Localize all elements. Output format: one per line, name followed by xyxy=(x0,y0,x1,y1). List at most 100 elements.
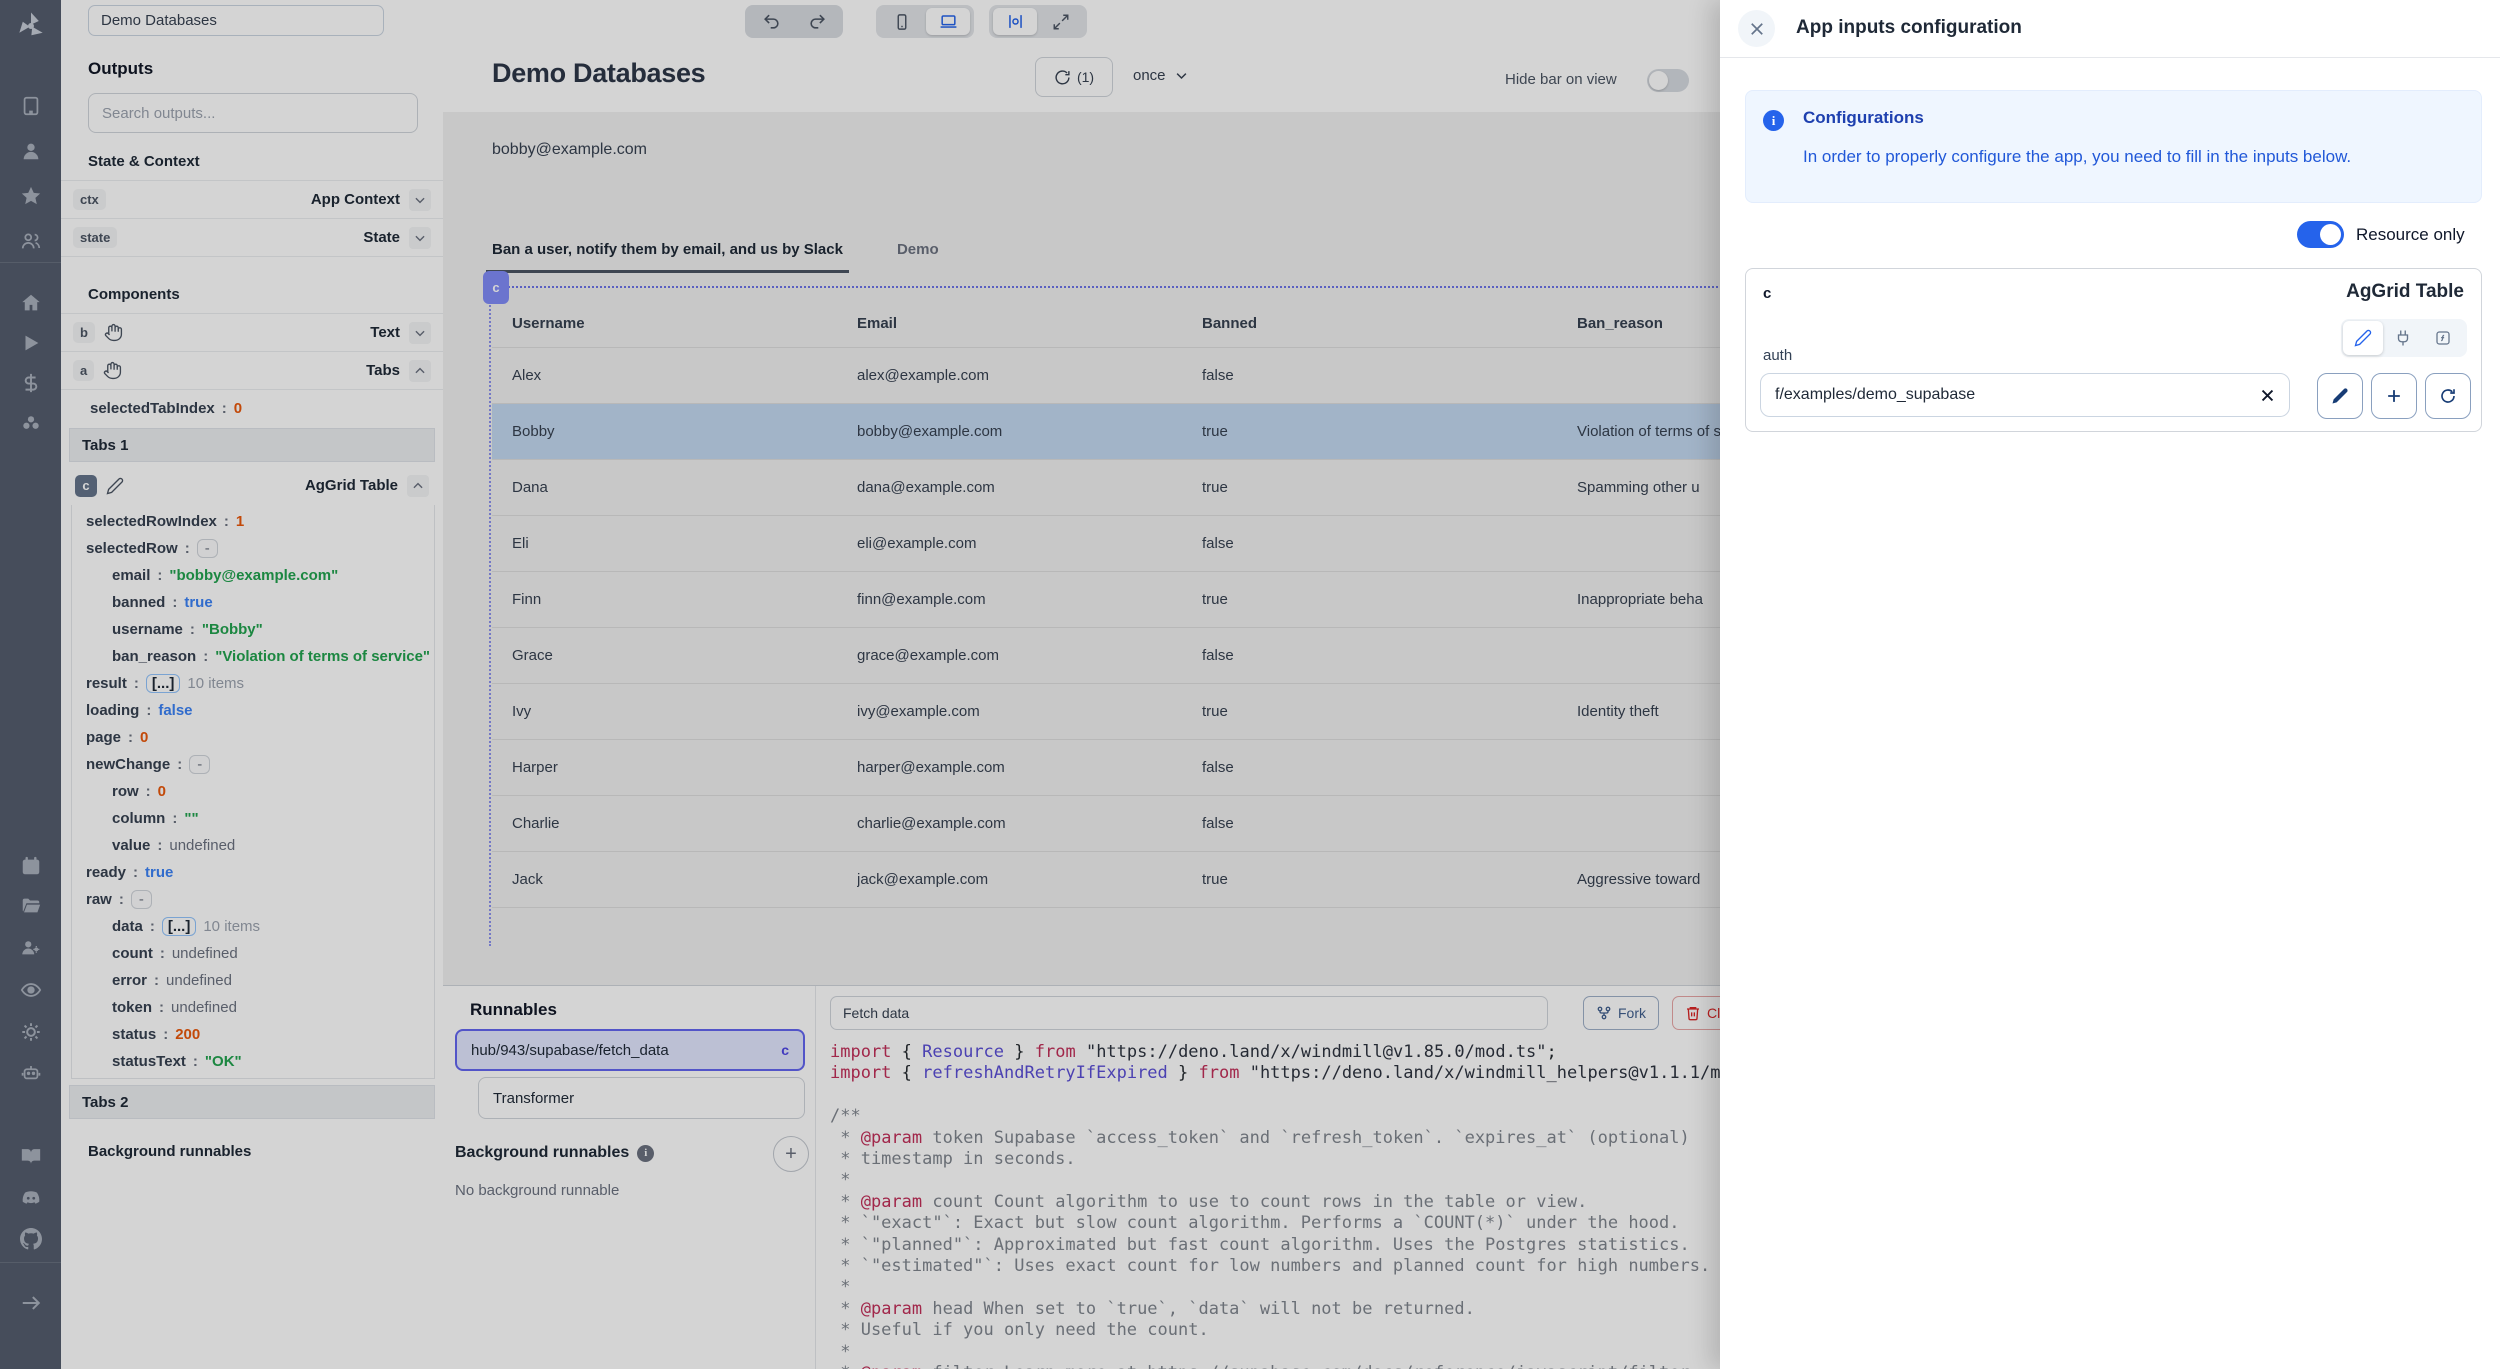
output-property-row[interactable]: error : undefined xyxy=(72,967,434,994)
info-icon[interactable]: i xyxy=(637,1145,654,1162)
prop-value: undefined xyxy=(166,972,232,989)
search-outputs-input[interactable] xyxy=(88,93,418,133)
user-icon[interactable] xyxy=(20,140,42,162)
output-property-row[interactable]: data : [...] 10 items xyxy=(72,913,434,940)
runnable-item[interactable]: hub/943/supabase/fetch_data c xyxy=(455,1029,805,1071)
cell-username: Grace xyxy=(492,647,857,664)
edit-resource-button[interactable] xyxy=(2317,373,2363,419)
smartphone-icon[interactable] xyxy=(880,8,924,35)
output-property-row[interactable]: count : undefined xyxy=(72,940,434,967)
app-title-input[interactable] xyxy=(88,5,384,36)
workers-icon[interactable] xyxy=(20,937,42,959)
star-icon[interactable] xyxy=(20,185,42,207)
prop-value: [...] xyxy=(162,917,197,936)
prop-value: undefined xyxy=(172,945,238,962)
output-property-row[interactable]: raw : - xyxy=(72,886,434,913)
component-node-row[interactable]: b Text xyxy=(61,313,443,351)
book-icon[interactable] xyxy=(20,1145,42,1167)
chevron-toggle-icon[interactable] xyxy=(409,322,431,344)
column-header[interactable]: Username xyxy=(492,315,857,332)
tabs2-section-header[interactable]: Tabs 2 xyxy=(69,1085,435,1119)
component-type-label: Tabs xyxy=(366,362,400,379)
chevron-down-icon[interactable] xyxy=(409,227,431,249)
output-property-row[interactable]: value : undefined xyxy=(72,832,434,859)
connect-plug-icon[interactable] xyxy=(2383,321,2423,355)
component-node-row[interactable]: a Tabs xyxy=(61,351,443,390)
column-header[interactable]: Banned xyxy=(1202,315,1577,332)
folder-icon[interactable] xyxy=(20,895,42,917)
output-property-row[interactable]: username : "Bobby" xyxy=(72,616,434,643)
pencil-icon[interactable] xyxy=(106,477,124,495)
maximize-icon[interactable] xyxy=(1039,8,1083,35)
output-node-row[interactable]: ctx App Context xyxy=(61,180,443,218)
output-property-row[interactable]: page : 0 xyxy=(72,724,434,751)
output-property-row[interactable]: banned : true xyxy=(72,589,434,616)
output-property-row[interactable]: row : 0 xyxy=(72,778,434,805)
calendar-icon[interactable] xyxy=(20,855,42,877)
component-config-box: c AgGrid Table auth xyxy=(1745,268,2482,432)
output-node-row[interactable]: state State xyxy=(61,218,443,257)
output-property-row[interactable]: loading : false xyxy=(72,697,434,724)
prop-value: 0 xyxy=(158,783,166,800)
chevron-down-icon[interactable] xyxy=(409,189,431,211)
output-property-row[interactable]: status : 200 xyxy=(72,1021,434,1048)
refresh-mode-select[interactable]: once xyxy=(1133,67,1189,84)
eval-function-icon[interactable] xyxy=(2423,321,2463,355)
github-icon[interactable] xyxy=(20,1228,42,1250)
robot-icon[interactable] xyxy=(20,1061,42,1083)
app-tab[interactable]: Ban a user, notify them by email, and us… xyxy=(486,233,849,273)
cell-username: Jack xyxy=(492,871,857,888)
cell-banned: true xyxy=(1202,871,1577,888)
resources-icon[interactable] xyxy=(20,412,42,434)
output-property-row[interactable]: result : [...] 10 items xyxy=(72,670,434,697)
redo-icon[interactable] xyxy=(795,8,839,35)
app-tab[interactable]: Demo xyxy=(891,233,945,273)
cell-banned: true xyxy=(1202,479,1577,496)
fork-button[interactable]: Fork xyxy=(1583,996,1659,1030)
prop-key: selectedRowIndex xyxy=(86,513,217,530)
add-resource-button[interactable] xyxy=(2371,373,2417,419)
transformer-item[interactable]: Transformer xyxy=(478,1077,805,1119)
close-icon[interactable] xyxy=(1738,10,1775,47)
resource-path-input[interactable] xyxy=(1760,373,2290,417)
arrow-right-icon[interactable] xyxy=(20,1292,42,1314)
output-property-row[interactable]: selectedRow : - xyxy=(72,535,434,562)
gear-icon[interactable] xyxy=(20,1021,42,1043)
discord-icon[interactable] xyxy=(20,1187,42,1209)
hide-bar-toggle[interactable] xyxy=(1647,69,1689,92)
laptop-icon[interactable] xyxy=(926,8,970,35)
static-edit-icon[interactable] xyxy=(2343,321,2383,355)
play-icon[interactable] xyxy=(20,332,42,354)
column-header[interactable]: Email xyxy=(857,315,1202,332)
output-property-row[interactable]: statusText : "OK" xyxy=(72,1048,434,1075)
refresh-resource-button[interactable] xyxy=(2425,373,2471,419)
chevron-toggle-icon[interactable] xyxy=(409,360,431,382)
output-property-row[interactable]: ready : true xyxy=(72,859,434,886)
tabs1-section-header[interactable]: Tabs 1 xyxy=(69,428,435,462)
git-fork-icon xyxy=(1596,1005,1612,1021)
users-icon[interactable] xyxy=(20,230,42,252)
home-icon[interactable] xyxy=(20,292,42,314)
trash-icon xyxy=(1685,1005,1701,1021)
chevron-up-icon[interactable] xyxy=(407,475,429,497)
refresh-button[interactable]: (1) xyxy=(1035,57,1113,97)
output-property-row[interactable]: column : "" xyxy=(72,805,434,832)
output-property-row[interactable]: email : "bobby@example.com" xyxy=(72,562,434,589)
add-background-runnable-button[interactable]: + xyxy=(773,1136,809,1172)
output-property-row[interactable]: selectedRowIndex : 1 xyxy=(72,508,434,535)
cell-email: grace@example.com xyxy=(857,647,1202,664)
text-component: bobby@example.com xyxy=(492,141,647,159)
selected-component-badge[interactable]: c xyxy=(483,271,509,304)
clear-value-icon[interactable] xyxy=(2256,384,2278,406)
output-property-row[interactable]: ban_reason : "Violation of terms of serv… xyxy=(72,643,434,670)
eye-icon[interactable] xyxy=(20,979,42,1001)
align-center-icon[interactable] xyxy=(993,8,1037,35)
runnable-name-input[interactable] xyxy=(830,996,1548,1030)
resource-only-toggle[interactable] xyxy=(2297,221,2344,248)
dollar-icon[interactable] xyxy=(20,372,42,394)
building-icon[interactable] xyxy=(20,95,42,117)
undo-icon[interactable] xyxy=(749,8,793,35)
aggrid-component-row[interactable]: c AgGrid Table xyxy=(69,467,435,504)
output-property-row[interactable]: token : undefined xyxy=(72,994,434,1021)
output-property-row[interactable]: newChange : - xyxy=(72,751,434,778)
